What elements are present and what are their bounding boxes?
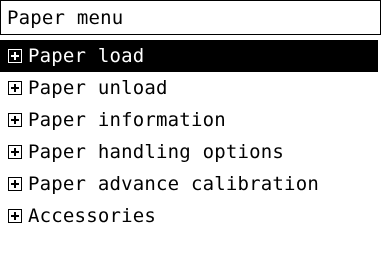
paper-menu-screen: Paper menu Paper load Paper unload Paper…: [0, 0, 381, 255]
expand-plus-icon: [8, 49, 22, 63]
expand-plus-icon: [8, 113, 22, 127]
menu-item-label: Paper unload: [28, 77, 168, 99]
menu-item-paper-load[interactable]: Paper load: [0, 40, 378, 72]
menu-item-paper-information[interactable]: Paper information: [0, 104, 381, 136]
menu-item-accessories[interactable]: Accessories: [0, 200, 381, 232]
menu-item-paper-advance-calibration[interactable]: Paper advance calibration: [0, 168, 381, 200]
expand-plus-icon: [8, 177, 22, 191]
menu-title-bar: Paper menu: [0, 0, 381, 35]
expand-plus-icon: [8, 145, 22, 159]
menu-item-label: Paper handling options: [28, 141, 285, 163]
menu-list: Paper load Paper unload Paper informatio…: [0, 40, 381, 232]
expand-plus-icon: [8, 81, 22, 95]
menu-item-paper-handling-options[interactable]: Paper handling options: [0, 136, 381, 168]
menu-title: Paper menu: [7, 7, 124, 29]
menu-item-label: Accessories: [28, 205, 157, 227]
menu-item-label: Paper load: [28, 45, 145, 67]
expand-plus-icon: [8, 209, 22, 223]
menu-item-paper-unload[interactable]: Paper unload: [0, 72, 381, 104]
menu-item-label: Paper information: [28, 109, 226, 131]
menu-item-label: Paper advance calibration: [28, 173, 319, 195]
